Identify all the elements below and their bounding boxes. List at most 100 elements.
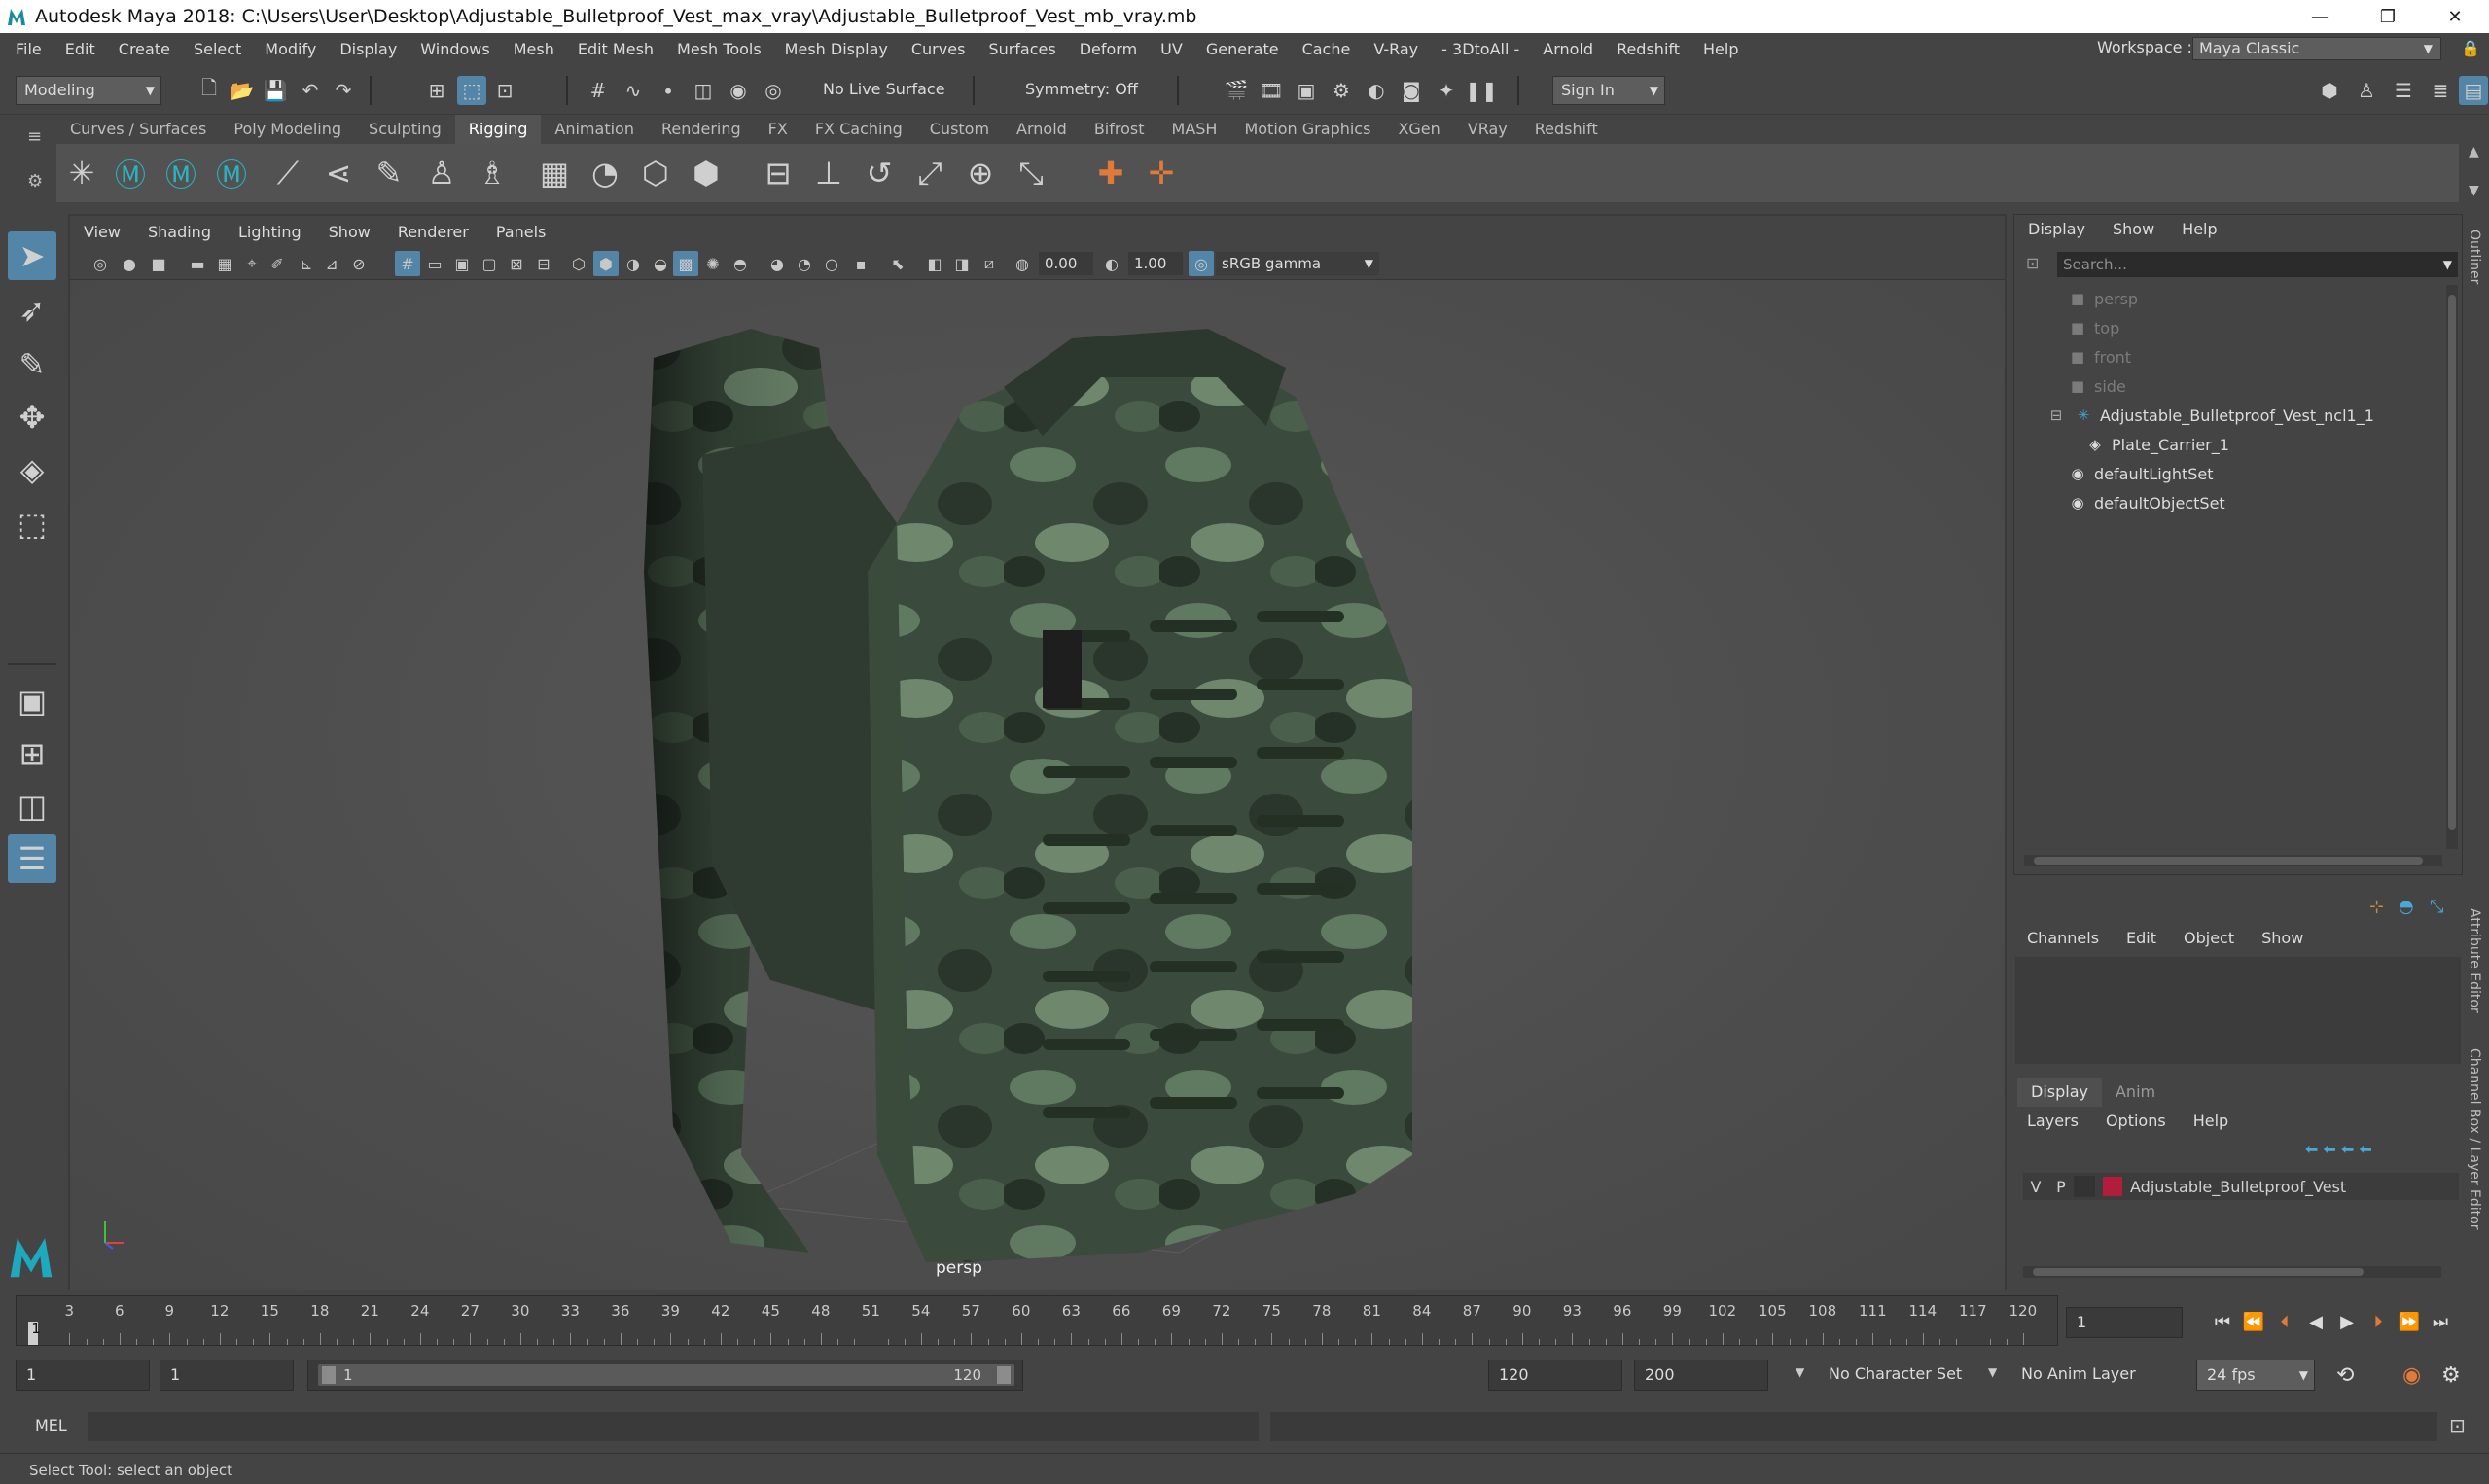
menu-modify[interactable]: Modify bbox=[253, 40, 328, 58]
paint-select-icon[interactable]: ✎ bbox=[8, 340, 56, 389]
menu-cache[interactable]: Cache bbox=[1291, 40, 1363, 58]
modeling-toolkit-icon[interactable]: ⬢ bbox=[2315, 76, 2344, 105]
safe-title-icon[interactable]: ▢ bbox=[477, 251, 502, 276]
collapse-icon[interactable]: ⊟ bbox=[2045, 406, 2067, 424]
shelf-tab-motion-graphics[interactable]: Motion Graphics bbox=[1230, 115, 1384, 144]
2d-pan-zoom-icon[interactable]: ⌖ bbox=[239, 251, 265, 276]
vp-menu-lighting[interactable]: Lighting bbox=[225, 223, 315, 241]
motion-blur-icon[interactable]: ◓ bbox=[728, 251, 753, 276]
ik-handle-icon[interactable]: ⟋ bbox=[267, 152, 309, 194]
outliner-vscrollbar[interactable] bbox=[2446, 285, 2458, 849]
render-settings-icon[interactable]: ⚙ bbox=[1327, 76, 1356, 105]
shelf-tab-arnold[interactable]: Arnold bbox=[1003, 115, 1081, 144]
rotate-tool-icon[interactable]: ◈ bbox=[8, 445, 56, 494]
shelf-tab-curves-surfaces[interactable]: Curves / Surfaces bbox=[56, 115, 220, 144]
menu-edit[interactable]: Edit bbox=[53, 40, 107, 58]
backface-icon[interactable]: ◧ bbox=[922, 251, 947, 276]
hypershade-icon[interactable]: ◐ bbox=[1362, 76, 1391, 105]
component-xray-icon[interactable]: ⧄ bbox=[977, 251, 1002, 276]
tool-settings-icon[interactable]: ≣ bbox=[2426, 76, 2455, 105]
new-scene-icon[interactable]: 🗋 bbox=[195, 76, 224, 105]
snap-view-icon[interactable]: ◫ bbox=[689, 76, 718, 105]
snap-point-icon[interactable]: ∙ bbox=[654, 76, 683, 105]
channel-box-icon[interactable]: ⊹ bbox=[2369, 897, 2384, 917]
resolution-gate-icon[interactable]: ⊿ bbox=[319, 251, 344, 276]
vray-render-icon[interactable]: ◙ bbox=[1397, 76, 1426, 105]
layer-state-box[interactable] bbox=[2074, 1176, 2095, 1197]
point-constraint-icon[interactable]: ⊥ bbox=[807, 152, 850, 194]
shelf-tab-xgen[interactable]: XGen bbox=[1384, 115, 1453, 144]
channels-menu-channels[interactable]: Channels bbox=[2013, 924, 2113, 953]
xray-active-icon[interactable]: ⬉ bbox=[885, 251, 910, 276]
ipr-render-icon[interactable]: ▣ bbox=[1292, 76, 1321, 105]
gate-mask-icon[interactable]: ⊘ bbox=[346, 251, 372, 276]
menu-arnold[interactable]: Arnold bbox=[1531, 40, 1605, 58]
attribute-editor-toggle-icon[interactable]: ☰ bbox=[2389, 76, 2418, 105]
loop-icon[interactable]: ⟲ bbox=[2336, 1363, 2354, 1388]
locator-hierarchy-icon[interactable]: ✛ bbox=[1140, 152, 1183, 194]
shelf-tab-bifrost[interactable]: Bifrost bbox=[1081, 115, 1158, 144]
outliner-item[interactable]: ■ front bbox=[2067, 343, 2131, 371]
gamma-field[interactable]: 1.00 bbox=[1128, 252, 1183, 275]
exposure-field[interactable]: 0.00 bbox=[1039, 252, 1093, 275]
channels-menu-show[interactable]: Show bbox=[2248, 924, 2317, 953]
channel-box-toggle-icon[interactable]: ▤ bbox=[2459, 76, 2488, 105]
shelf-tab-fx[interactable]: FX bbox=[755, 115, 801, 144]
channels-list[interactable] bbox=[2015, 957, 2461, 1064]
snap-surface-icon[interactable]: ◉ bbox=[724, 76, 753, 105]
lock-icon[interactable]: 🔒 bbox=[2461, 39, 2480, 57]
outliner-side-tab[interactable]: Outliner bbox=[2467, 230, 2482, 284]
outliner-menu-help[interactable]: Help bbox=[2168, 215, 2230, 244]
layer-playback-toggle[interactable]: P bbox=[2048, 1178, 2074, 1196]
unbind-skin-icon[interactable]: ♗ bbox=[471, 152, 514, 194]
current-frame-field[interactable]: 1 bbox=[2066, 1307, 2183, 1338]
layer-visibility-toggle[interactable]: V bbox=[2023, 1178, 2048, 1196]
minimize-button[interactable]: — bbox=[2286, 0, 2354, 33]
shelf-tab-fx-caching[interactable]: FX Caching bbox=[801, 115, 916, 144]
shelf-scroll-up-icon[interactable]: ▲ bbox=[2469, 144, 2479, 159]
cluster-icon[interactable]: ◔ bbox=[584, 152, 626, 194]
locator-icon[interactable]: ✚ bbox=[1089, 152, 1132, 194]
color-management-icon[interactable]: ◎ bbox=[1189, 251, 1214, 276]
range-start-handle[interactable] bbox=[322, 1366, 336, 1384]
range-slider-bar[interactable]: 1 120 bbox=[318, 1364, 1014, 1386]
menu-help[interactable]: Help bbox=[1691, 40, 1750, 58]
paint-weights-icon[interactable]: ✎ bbox=[368, 152, 410, 194]
range-start-field[interactable]: 1 bbox=[16, 1360, 150, 1391]
attribute-editor-icon[interactable]: ◓ bbox=[2399, 897, 2414, 917]
camera-attributes-icon[interactable]: ■ bbox=[146, 251, 171, 276]
antialiasing-icon[interactable]: ◕ bbox=[764, 251, 790, 276]
wireframe-icon[interactable]: ⊠ bbox=[504, 251, 529, 276]
step-forward-frame-icon[interactable]: ⏩ bbox=[2395, 1307, 2424, 1336]
menu-select[interactable]: Select bbox=[182, 40, 253, 58]
scrollbar-thumb[interactable] bbox=[2034, 857, 2423, 865]
wrap-icon[interactable]: ⬡ bbox=[634, 152, 677, 194]
pole-vector-icon[interactable]: ⤡ bbox=[1010, 152, 1052, 194]
step-back-frame-icon[interactable]: ⏪ bbox=[2239, 1307, 2268, 1336]
range-end-handle[interactable] bbox=[997, 1366, 1011, 1384]
xray-joints-icon[interactable]: ▪ bbox=[848, 251, 873, 276]
scale-constraint-icon[interactable]: ⤢ bbox=[908, 152, 951, 194]
menu-uv[interactable]: UV bbox=[1149, 40, 1194, 58]
vp-menu-view[interactable]: View bbox=[70, 223, 134, 241]
parent-constraint-icon[interactable]: ⊟ bbox=[757, 152, 800, 194]
shadows-icon[interactable]: ◒ bbox=[648, 251, 673, 276]
menu-deform[interactable]: Deform bbox=[1068, 40, 1149, 58]
shelf-tab-rigging[interactable]: Rigging bbox=[454, 115, 542, 144]
single-pane-layout-icon[interactable]: ▣ bbox=[8, 677, 56, 725]
menu-surfaces[interactable]: Surfaces bbox=[977, 40, 1067, 58]
render-view-icon[interactable]: 🎬 bbox=[1222, 76, 1251, 105]
restore-button[interactable]: ❐ bbox=[2354, 0, 2422, 33]
outliner-item[interactable]: ◉ defaultLightSet bbox=[2067, 460, 2213, 487]
shelf-tab-mash[interactable]: MASH bbox=[1158, 115, 1231, 144]
menu-file[interactable]: File bbox=[4, 40, 53, 58]
save-scene-icon[interactable]: 💾 bbox=[261, 76, 290, 105]
shelf-tab-redshift[interactable]: Redshift bbox=[1521, 115, 1612, 144]
live-surface-field[interactable]: No Live Surface bbox=[815, 76, 971, 105]
undo-icon[interactable]: ↶ bbox=[296, 76, 325, 105]
vp-menu-renderer[interactable]: Renderer bbox=[384, 223, 482, 241]
scale-tool-icon[interactable]: ⬚ bbox=[8, 500, 56, 548]
select-component-icon[interactable]: ⊡ bbox=[490, 76, 519, 105]
shelf-tab-vray[interactable]: VRay bbox=[1454, 115, 1521, 144]
outliner-menu-show[interactable]: Show bbox=[2099, 215, 2168, 244]
